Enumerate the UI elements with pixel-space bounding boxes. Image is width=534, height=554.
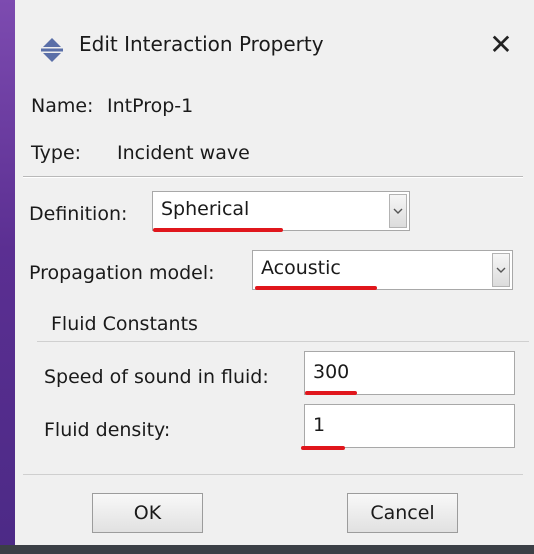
fluid-constants-heading: Fluid Constants: [51, 313, 198, 335]
type-label: Type:: [31, 142, 82, 164]
definition-select[interactable]: Spherical: [152, 191, 410, 231]
chevron-down-icon: [496, 267, 506, 273]
fluid-density-input[interactable]: 1: [304, 404, 515, 448]
desktop-background-strip: [0, 0, 15, 554]
title-bar[interactable]: Edit Interaction Property ✕: [15, 0, 534, 78]
ok-button[interactable]: OK: [92, 493, 203, 533]
propagation-model-select[interactable]: Acoustic: [252, 250, 513, 290]
header-separator: [23, 176, 523, 178]
cancel-button[interactable]: Cancel: [347, 493, 458, 533]
density-annotation-underline: [301, 446, 345, 450]
propagation-model-label: Propagation model:: [29, 262, 215, 284]
close-button[interactable]: ✕: [483, 27, 519, 63]
definition-annotation-underline: [153, 228, 283, 232]
speed-of-sound-value: 300: [313, 361, 350, 383]
edit-interaction-property-dialog: Edit Interaction Property ✕ Name: IntPro…: [15, 0, 534, 554]
chevron-down-icon: [393, 208, 403, 214]
propagation-model-selected-value: Acoustic: [261, 257, 341, 279]
propagation-annotation-underline: [255, 286, 377, 290]
close-icon: ✕: [489, 28, 513, 61]
definition-dropdown-button[interactable]: [389, 194, 407, 228]
definition-label: Definition:: [29, 203, 128, 225]
definition-selected-value: Spherical: [161, 198, 250, 220]
interaction-property-icon: [39, 37, 65, 63]
speed-of-sound-input[interactable]: 300: [304, 351, 515, 395]
name-value: IntProp-1: [107, 95, 194, 117]
fluid-density-value: 1: [313, 414, 326, 436]
speed-annotation-underline: [305, 391, 357, 395]
footer-separator: [23, 474, 523, 475]
dialog-title: Edit Interaction Property: [79, 32, 324, 56]
propagation-model-dropdown-button[interactable]: [492, 253, 510, 287]
name-label: Name:: [31, 95, 94, 117]
speed-of-sound-label: Speed of sound in fluid:: [44, 366, 269, 388]
type-value: Incident wave: [117, 142, 250, 164]
fluid-density-label: Fluid density:: [44, 419, 171, 441]
taskbar-edge: [0, 545, 534, 554]
